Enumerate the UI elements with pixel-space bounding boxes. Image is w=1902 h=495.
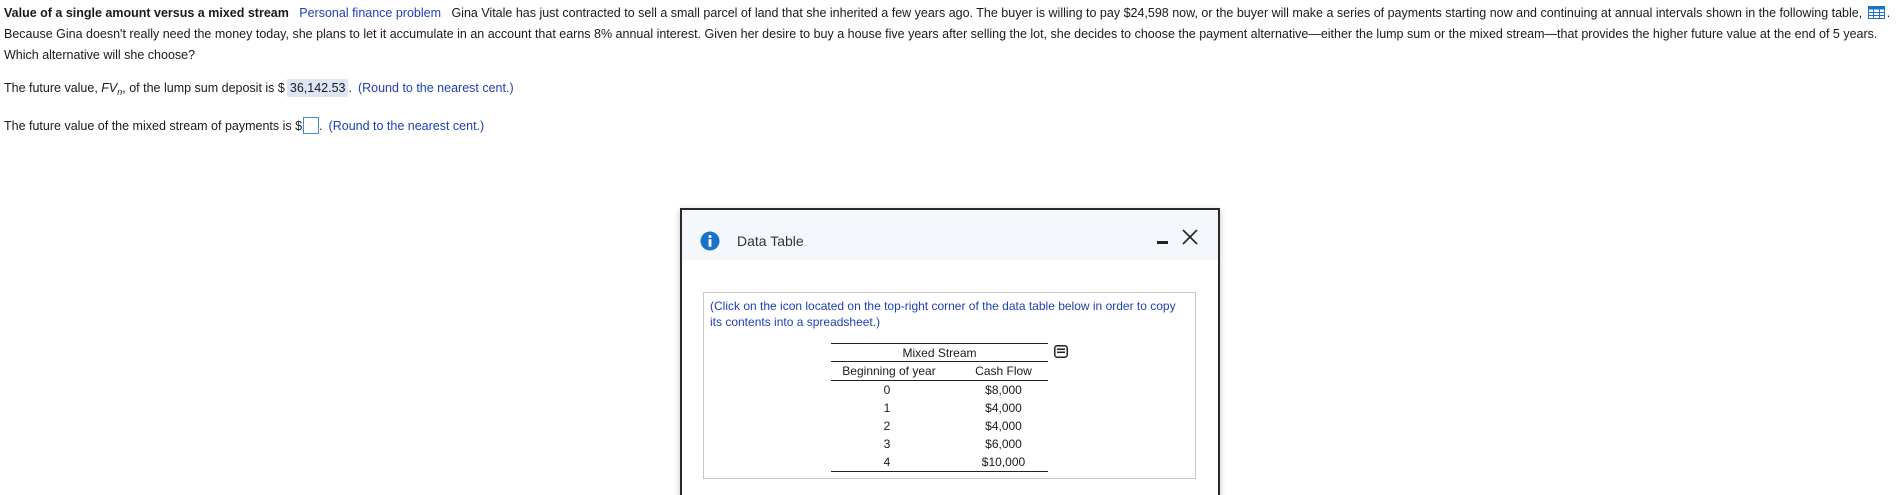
row-year: 0	[883, 383, 891, 397]
dialog-header: Data Table	[682, 210, 1218, 260]
table-row: 0 $8,000	[831, 381, 1048, 400]
page: Value of a single amount versus a mixed …	[0, 0, 1902, 495]
row-cash-flow: $4,000	[985, 401, 1022, 415]
lump-sum-round-hint: (Round to the nearest cent.)	[357, 81, 514, 95]
table-row: 4 $10,000	[831, 453, 1048, 472]
mixed-stream-table: Mixed Stream Beginning of year Cash Flow…	[831, 343, 1048, 472]
row-cash-flow: $6,000	[985, 437, 1022, 451]
row-year: 2	[883, 419, 891, 433]
table-row: 2 $4,000	[831, 417, 1048, 435]
mixed-stream-round-hint: (Round to the nearest cent.)	[328, 119, 485, 133]
data-table-dialog: Data Table (Click on the icon located on…	[680, 208, 1220, 495]
lump-sum-prefix: The future value,	[4, 81, 102, 95]
lump-sum-mid: , of the lump sum deposit is $	[122, 81, 285, 95]
lump-sum-answer-line: The future value, FVn, of the lump sum d…	[4, 79, 514, 101]
problem-category: Personal finance problem	[299, 6, 442, 20]
copy-to-spreadsheet-icon[interactable]	[1054, 345, 1068, 358]
row-year: 3	[883, 437, 891, 451]
mixed-stream-suffix: .	[319, 119, 323, 133]
row-year: 1	[883, 401, 891, 415]
problem-title: Value of a single amount versus a mixed …	[4, 6, 289, 20]
row-cash-flow: $10,000	[947, 453, 1048, 472]
row-cash-flow: $4,000	[985, 419, 1022, 433]
mixed-stream-answer-line: The future value of the mixed stream of …	[4, 117, 484, 135]
lump-sum-answer-field[interactable]: 36,142.53	[286, 79, 349, 97]
table-caption: Mixed Stream	[831, 343, 1048, 362]
lump-sum-suffix: .	[348, 81, 352, 95]
data-table-box: (Click on the icon located on the top-ri…	[703, 292, 1196, 479]
problem-statement: Value of a single amount versus a mixed …	[4, 3, 1894, 66]
column-header-year: Beginning of year	[831, 361, 947, 381]
info-icon	[700, 231, 720, 251]
fv-symbol: FV	[101, 81, 118, 95]
mixed-stream-answer-input[interactable]	[303, 117, 320, 134]
dialog-title: Data Table	[737, 233, 804, 249]
mixed-stream-prefix: The future value of the mixed stream of …	[4, 119, 303, 133]
copy-instruction-note: (Click on the icon located on the top-ri…	[710, 299, 1176, 329]
table-row: 1 $4,000	[831, 399, 1048, 417]
table-row: 3 $6,000	[831, 435, 1048, 453]
row-year: 4	[831, 453, 947, 472]
row-cash-flow: $8,000	[985, 383, 1022, 397]
close-icon[interactable]	[1179, 226, 1201, 248]
column-header-cash-flow: Cash Flow	[947, 361, 1048, 381]
table-grid-icon[interactable]	[1867, 5, 1885, 19]
minimize-button[interactable]	[1156, 235, 1170, 247]
problem-text-part-1: Gina Vitale has just contracted to sell …	[451, 6, 1863, 20]
